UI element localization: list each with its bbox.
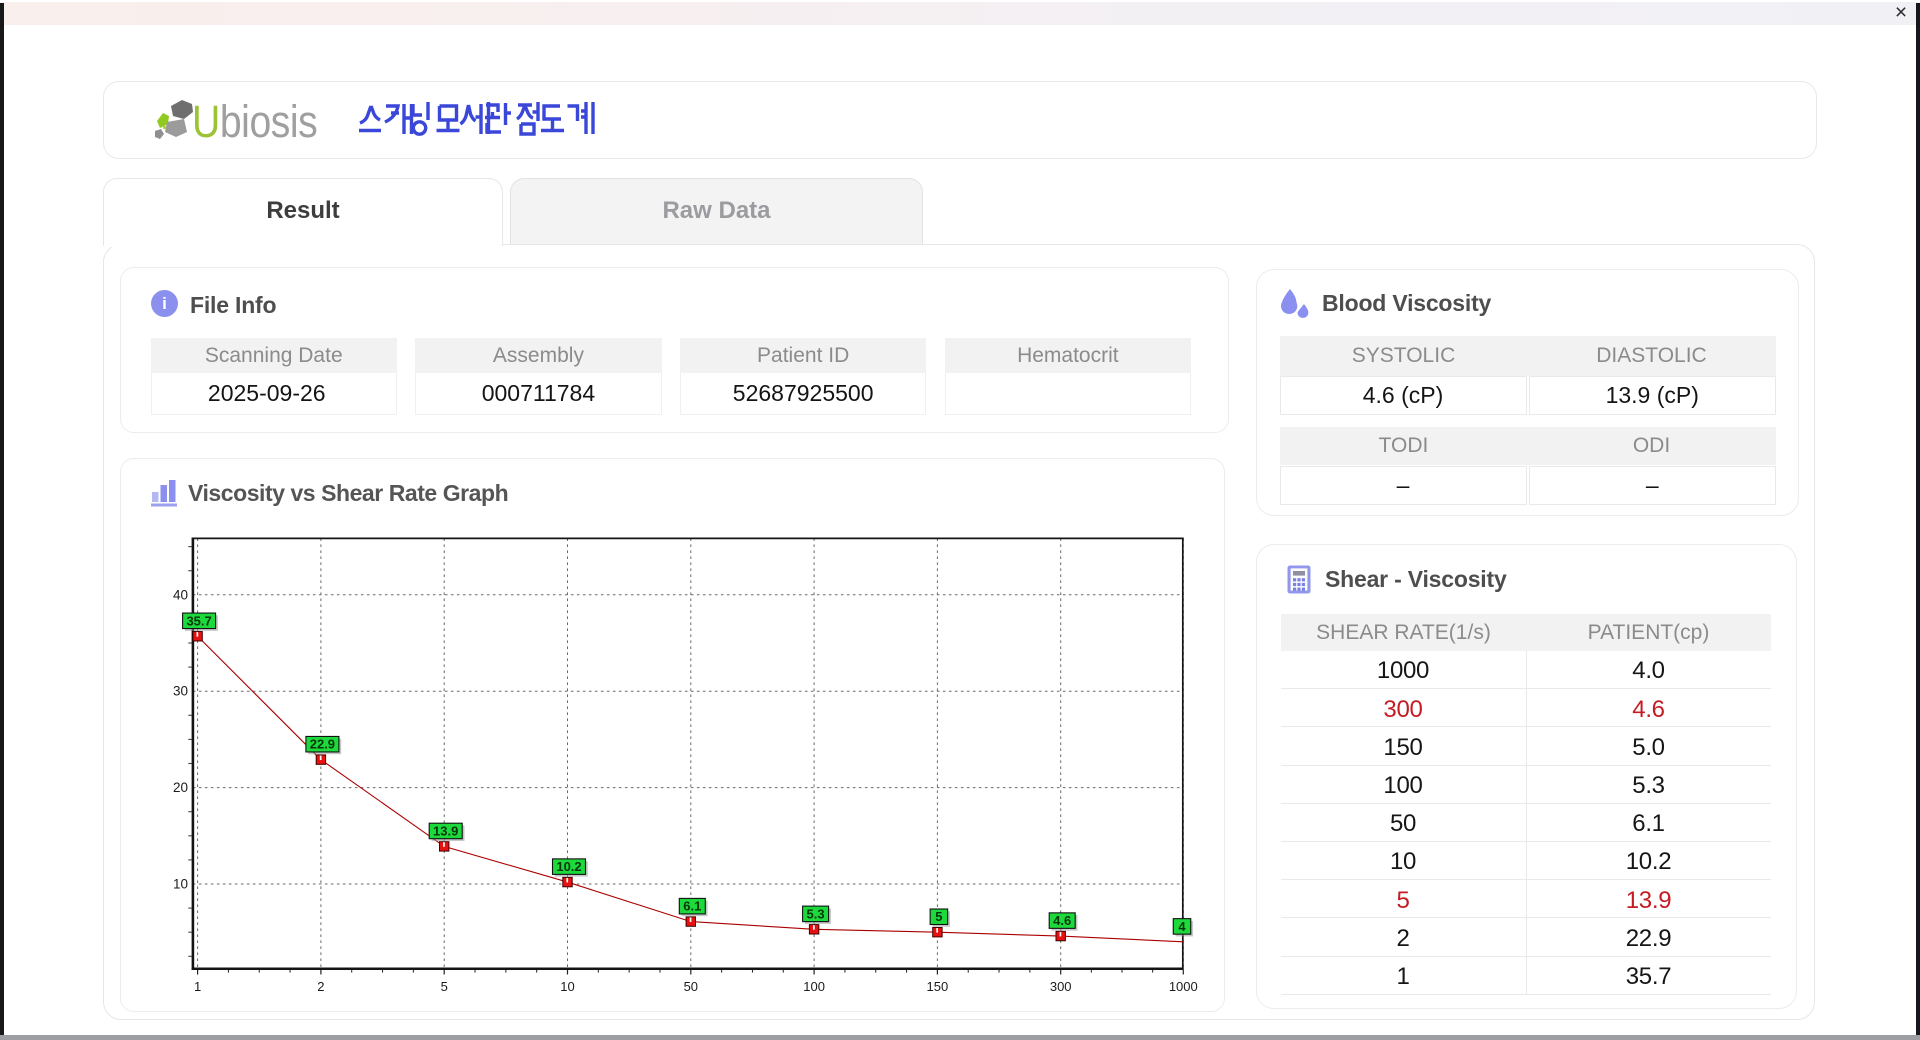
svg-text:1: 1 [194, 979, 201, 994]
svg-text:50: 50 [684, 979, 698, 994]
svg-text:150: 150 [927, 979, 949, 994]
svg-text:6.1: 6.1 [683, 899, 701, 914]
svg-text:40: 40 [173, 587, 188, 602]
svg-text:4.6: 4.6 [1053, 913, 1071, 928]
svg-text:10: 10 [173, 877, 188, 892]
svg-text:4: 4 [1178, 919, 1186, 934]
svg-text:30: 30 [173, 684, 188, 699]
svg-text:10.2: 10.2 [556, 859, 581, 874]
svg-text:35.7: 35.7 [186, 613, 211, 628]
svg-text:2: 2 [317, 979, 324, 994]
svg-text:5: 5 [935, 909, 942, 924]
svg-text:13.9: 13.9 [433, 823, 458, 838]
svg-text:5: 5 [441, 979, 448, 994]
svg-text:22.9: 22.9 [310, 737, 335, 752]
svg-text:5.3: 5.3 [807, 906, 825, 921]
svg-text:20: 20 [173, 780, 188, 795]
svg-text:10: 10 [560, 979, 574, 994]
svg-text:300: 300 [1050, 979, 1072, 994]
svg-text:1000: 1000 [1169, 979, 1198, 994]
svg-text:100: 100 [803, 979, 825, 994]
